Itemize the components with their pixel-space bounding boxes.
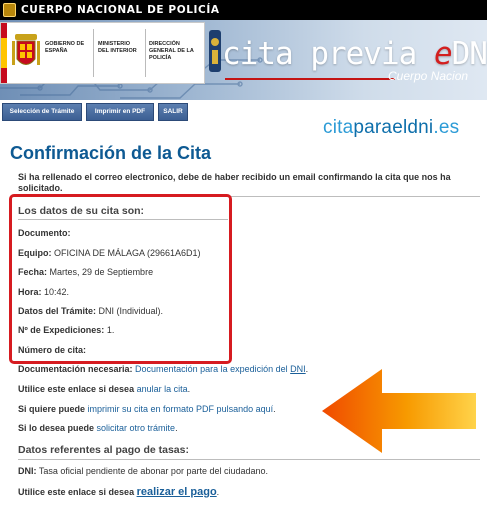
- arrow-icon: [322, 369, 476, 453]
- print-row: Si quiere puede imprimir su cita en form…: [18, 404, 276, 414]
- government-logo-box: GOBIERNO DE ESPAÑA MINISTERIO DEL INTERI…: [0, 22, 205, 84]
- cancel-appointment-link[interactable]: anular la cita: [137, 384, 188, 394]
- payment-row: Utilice este enlace si desea realizar el…: [18, 486, 220, 498]
- seal-icon: [3, 3, 16, 17]
- citaparaeldni-logo: citaparaeldni.es: [323, 117, 460, 138]
- fees-heading: Datos referentes al pago de tasas:: [18, 444, 189, 456]
- procedure-row: Datos del Trámite: DNI (Individual).: [18, 306, 164, 316]
- divider: [18, 219, 228, 220]
- print-pdf-button[interactable]: Imprimir en PDF: [86, 103, 154, 121]
- government-label: GOBIERNO DE ESPAÑA: [45, 41, 85, 54]
- intro-text: Si ha rellenado el correo electronico, d…: [18, 172, 451, 193]
- dni-link[interactable]: DNI: [290, 364, 306, 374]
- expeditions-row: Nº de Expediciones: 1.: [18, 325, 115, 335]
- divider: [93, 29, 94, 77]
- title-underline: [225, 78, 395, 80]
- ministry-label: MINISTERIO DEL INTERIOR: [98, 41, 137, 54]
- header-banner: GOBIERNO DE ESPAÑA MINISTERIO DEL INTERI…: [0, 20, 487, 100]
- divider: [18, 459, 480, 460]
- select-procedure-button[interactable]: Selección de Trámite: [2, 103, 82, 121]
- app-title: cita previa eDNI-Pas: [222, 36, 487, 72]
- police-badge-icon: [209, 30, 221, 72]
- documentation-link[interactable]: Documentación para la expedición del: [133, 364, 291, 374]
- directorate-label: DIRECCIÓN GENERAL DE LA POLICÍA: [149, 41, 194, 61]
- time-row: Hora: 10:42.: [18, 287, 70, 297]
- divider: [145, 29, 146, 77]
- exit-button[interactable]: SALIR: [158, 103, 188, 121]
- document-row: Documento:: [18, 228, 71, 238]
- documentation-row: Documentación necesaria: Documentación p…: [18, 364, 309, 374]
- app-subtitle: Cuerpo Nacion: [388, 69, 469, 83]
- date-row: Fecha: Martes, 29 de Septiembre: [18, 267, 154, 277]
- coat-of-arms-icon: [12, 34, 40, 65]
- other-procedure-link[interactable]: solicitar otro trámite: [97, 423, 176, 433]
- cancel-row: Utilice este enlace si desea anular la c…: [18, 384, 191, 394]
- flag-stripe: [1, 23, 7, 83]
- make-payment-link[interactable]: realizar el pago: [137, 486, 217, 498]
- page-title: Confirmación de la Cita: [10, 143, 212, 163]
- top-title: CUERPO NACIONAL DE POLICÍA: [21, 4, 220, 16]
- top-bar: CUERPO NACIONAL DE POLICÍA: [0, 0, 487, 20]
- fee-row: DNI: Tasa oficial pendiente de abonar po…: [18, 466, 269, 476]
- other-procedure-row: Si lo desea puede solicitar otro trámite…: [18, 423, 178, 433]
- print-pdf-link[interactable]: imprimir su cita en formato PDF pulsando…: [88, 404, 274, 414]
- office-row: Equipo: OFICINA DE MÁLAGA (29661A6D1): [18, 248, 201, 258]
- appointment-heading: Los datos de su cita son:: [18, 205, 145, 217]
- appointment-number-row: Número de cita:: [18, 345, 87, 355]
